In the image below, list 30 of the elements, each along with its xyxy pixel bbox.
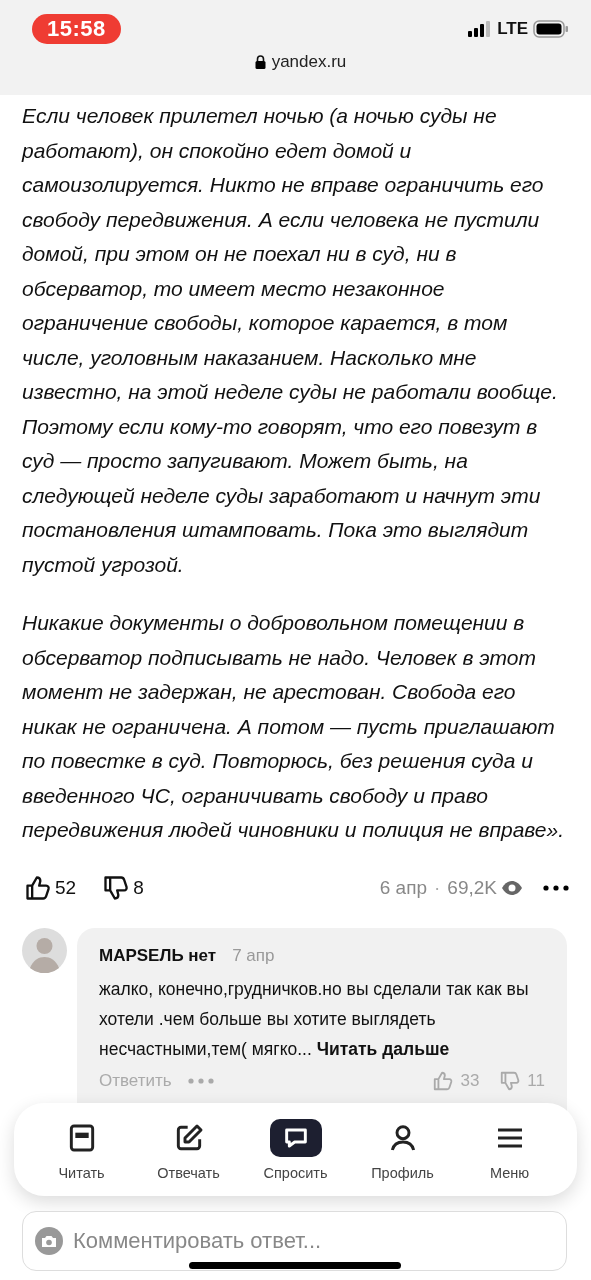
view-count: 69,2K bbox=[447, 876, 497, 899]
comment-author[interactable]: MAPSEЛЬ нет bbox=[99, 945, 217, 966]
avatar[interactable] bbox=[22, 927, 67, 973]
like-icon[interactable] bbox=[24, 873, 52, 902]
lock-icon bbox=[254, 55, 266, 69]
comment-date: 7 апр bbox=[232, 945, 275, 966]
nav-tab[interactable]: Читать bbox=[31, 1118, 132, 1181]
nav-tab[interactable]: Профиль bbox=[352, 1118, 453, 1181]
time: 15:58 bbox=[32, 14, 121, 44]
dislike-count: 11 bbox=[527, 1070, 545, 1091]
post-date: 6 апр bbox=[379, 876, 427, 899]
dislike-icon[interactable] bbox=[102, 873, 131, 902]
nav-tab[interactable]: Отвечать bbox=[138, 1118, 239, 1181]
article-paragraph: Никакие документы о добровольном помещении в обсерватор подписывать не надо. Человек в этот момент не задержан, не арестован. Свобода его никак не ограничена. А потом — пусть приглашают по повестке в суд. Повторюсь, без решения суда и введенного ЧС, ограничивать свободу и право передвижения людей чиновники и полиция не вправе». bbox=[22, 610, 566, 843]
url-text[interactable]: yandex.ru bbox=[271, 52, 347, 72]
nav-tab[interactable]: Спросить bbox=[245, 1118, 346, 1181]
signal-icon bbox=[468, 21, 493, 37]
article-paragraph: Если человек прилетел ночью (а ночью суды не работают), он спокойно едет домой и самоизолируется. Никто не вправе ограничить его свободу передвижения. А если человека не пустили домой, при этом он не поехал ни в суд, ни в обсерватор, то имеет место незаконное ограничение свободы, которое карается, в том числе, уголовным наказанием. Насколько мне известно, на этой неделе суды не работали вообще. Поэтому если кому-то говорят, что его повезут в суд — просто запугивают. Может быть, на следующей неделе суды заработают и начнут эти постановления штамповать. Пока это выглядит пустой угрозой. bbox=[22, 103, 559, 578]
network-label: LTE bbox=[497, 19, 528, 39]
separator-dot: · bbox=[434, 876, 441, 899]
battery-icon bbox=[533, 20, 569, 38]
nav-tab[interactable]: Меню bbox=[459, 1118, 560, 1181]
like-count: 52 bbox=[55, 876, 77, 899]
eye-icon bbox=[501, 879, 523, 896]
comment-text: жалко, конечно,грудничков.но вы сделали так как вы хотели .чем больше вы хотите выглядеть несчастными,тем( мягко... Читать дальше bbox=[99, 977, 530, 1061]
read-more-link[interactable]: Читать дальше bbox=[316, 1038, 450, 1059]
like-count: 33 bbox=[460, 1070, 480, 1091]
more-icon[interactable] bbox=[543, 884, 569, 891]
dislike-count: 8 bbox=[133, 876, 144, 899]
camera-icon[interactable] bbox=[35, 1227, 63, 1255]
